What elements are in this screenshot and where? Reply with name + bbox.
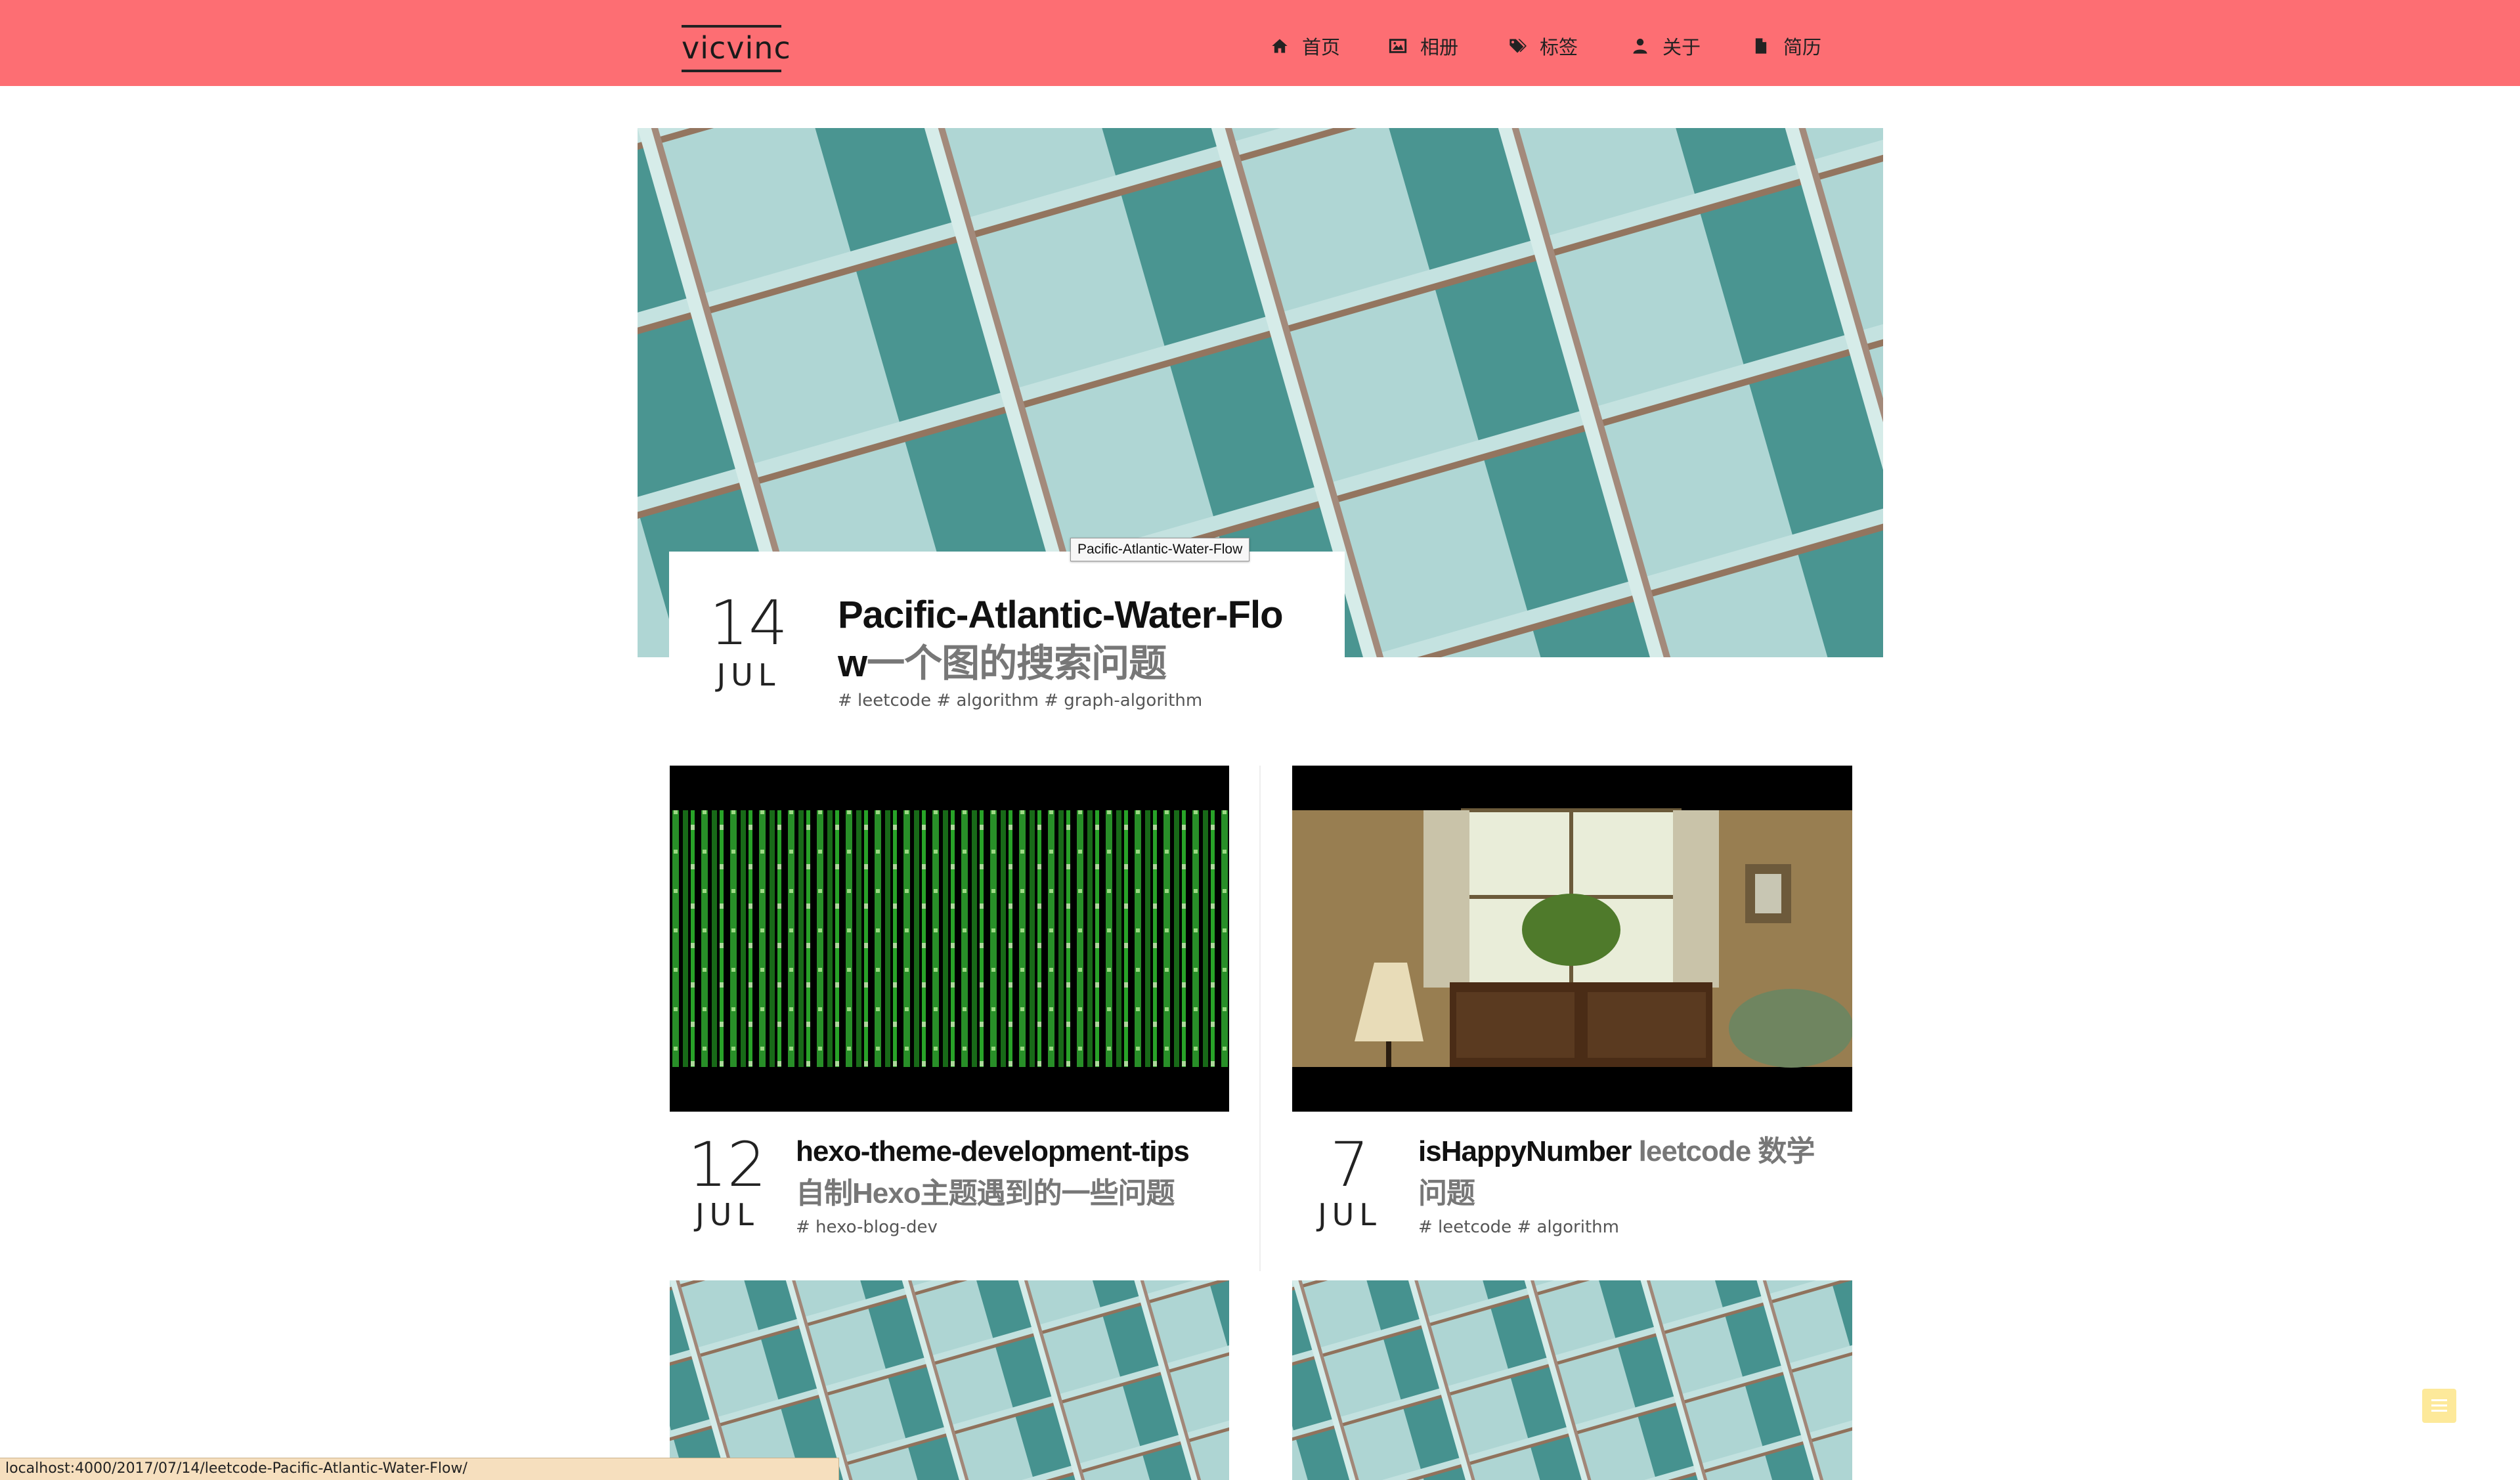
site-logo[interactable]: vicvinc: [682, 25, 791, 72]
site-header: vicvinc 首页 相册 标签 关于 简历: [0, 0, 2520, 86]
post-tags[interactable]: # hexo-blog-dev: [796, 1217, 1229, 1237]
title-subtitle: 问题: [1418, 1177, 1475, 1209]
tags-icon: [1510, 39, 1527, 53]
status-bar-url: localhost:4000/2017/07/14/leetcode-Pacif…: [0, 1458, 839, 1480]
post-tags[interactable]: # leetcode # algorithm: [1418, 1217, 1852, 1237]
nav-label: 相册: [1420, 36, 1459, 58]
window-room-photo: [1292, 766, 1852, 1112]
post-title[interactable]: isHappyNumber leetcode 数学 问题: [1418, 1131, 1852, 1215]
title-subtitle: 一个图的搜索问题: [867, 642, 1167, 685]
nav-label: 简历: [1783, 36, 1822, 58]
post-date-day: 12: [687, 1129, 767, 1201]
post-title[interactable]: hexo-theme-development-tips 自制Hexo主题遇到的一…: [796, 1131, 1229, 1215]
post-date-day: 7: [1330, 1129, 1370, 1201]
teal-grid-photo: [1292, 1280, 1852, 1480]
nav-label: 首页: [1302, 36, 1341, 58]
title-text: w: [838, 642, 867, 685]
nav-item-resume[interactable]: 简历: [1752, 33, 1821, 59]
post-image[interactable]: [670, 1280, 1229, 1480]
menu-icon: [2431, 1399, 2447, 1412]
featured-post-title[interactable]: Pacific-Atlantic-Water-Flo w一个图的搜索问题: [838, 591, 1324, 688]
post-date-day: 14: [709, 588, 788, 659]
post-image[interactable]: [1292, 766, 1852, 1112]
file-icon: [1755, 38, 1767, 54]
link-tooltip: Pacific-Atlantic-Water-Flow: [1070, 538, 1250, 561]
nav-label: 关于: [1662, 36, 1701, 58]
home-icon: [1272, 39, 1288, 53]
picture-icon: [1389, 39, 1407, 53]
matrix-code-photo: [670, 766, 1229, 1112]
column-divider: [1259, 766, 1261, 1271]
post-image[interactable]: [670, 766, 1229, 1112]
nav-item-tags[interactable]: 标签: [1508, 33, 1578, 59]
post-date-month: JUL: [1318, 1197, 1381, 1232]
nav-label: 标签: [1540, 36, 1578, 58]
nav-item-album[interactable]: 相册: [1389, 33, 1458, 59]
title-subtitle: leetcode 数学: [1638, 1135, 1815, 1167]
nav-item-about[interactable]: 关于: [1631, 33, 1701, 59]
teal-grid-photo: [670, 1280, 1229, 1480]
user-icon: [1633, 38, 1647, 54]
nav-item-home[interactable]: 首页: [1271, 33, 1340, 59]
post-date-month: JUL: [695, 1197, 759, 1232]
title-text: Pacific-Atlantic-Water-Flo: [838, 594, 1284, 636]
post-tags[interactable]: # leetcode # algorithm # graph-algorithm: [838, 691, 1324, 710]
menu-button[interactable]: [2422, 1389, 2456, 1423]
title-subtitle: 自制Hexo主题遇到的一些问题: [796, 1177, 1175, 1209]
post-date-month: JUL: [716, 657, 781, 693]
title-text: hexo-theme-development-tips: [796, 1135, 1190, 1167]
title-text: isHappyNumber: [1418, 1135, 1632, 1167]
post-image[interactable]: [1292, 1280, 1852, 1480]
